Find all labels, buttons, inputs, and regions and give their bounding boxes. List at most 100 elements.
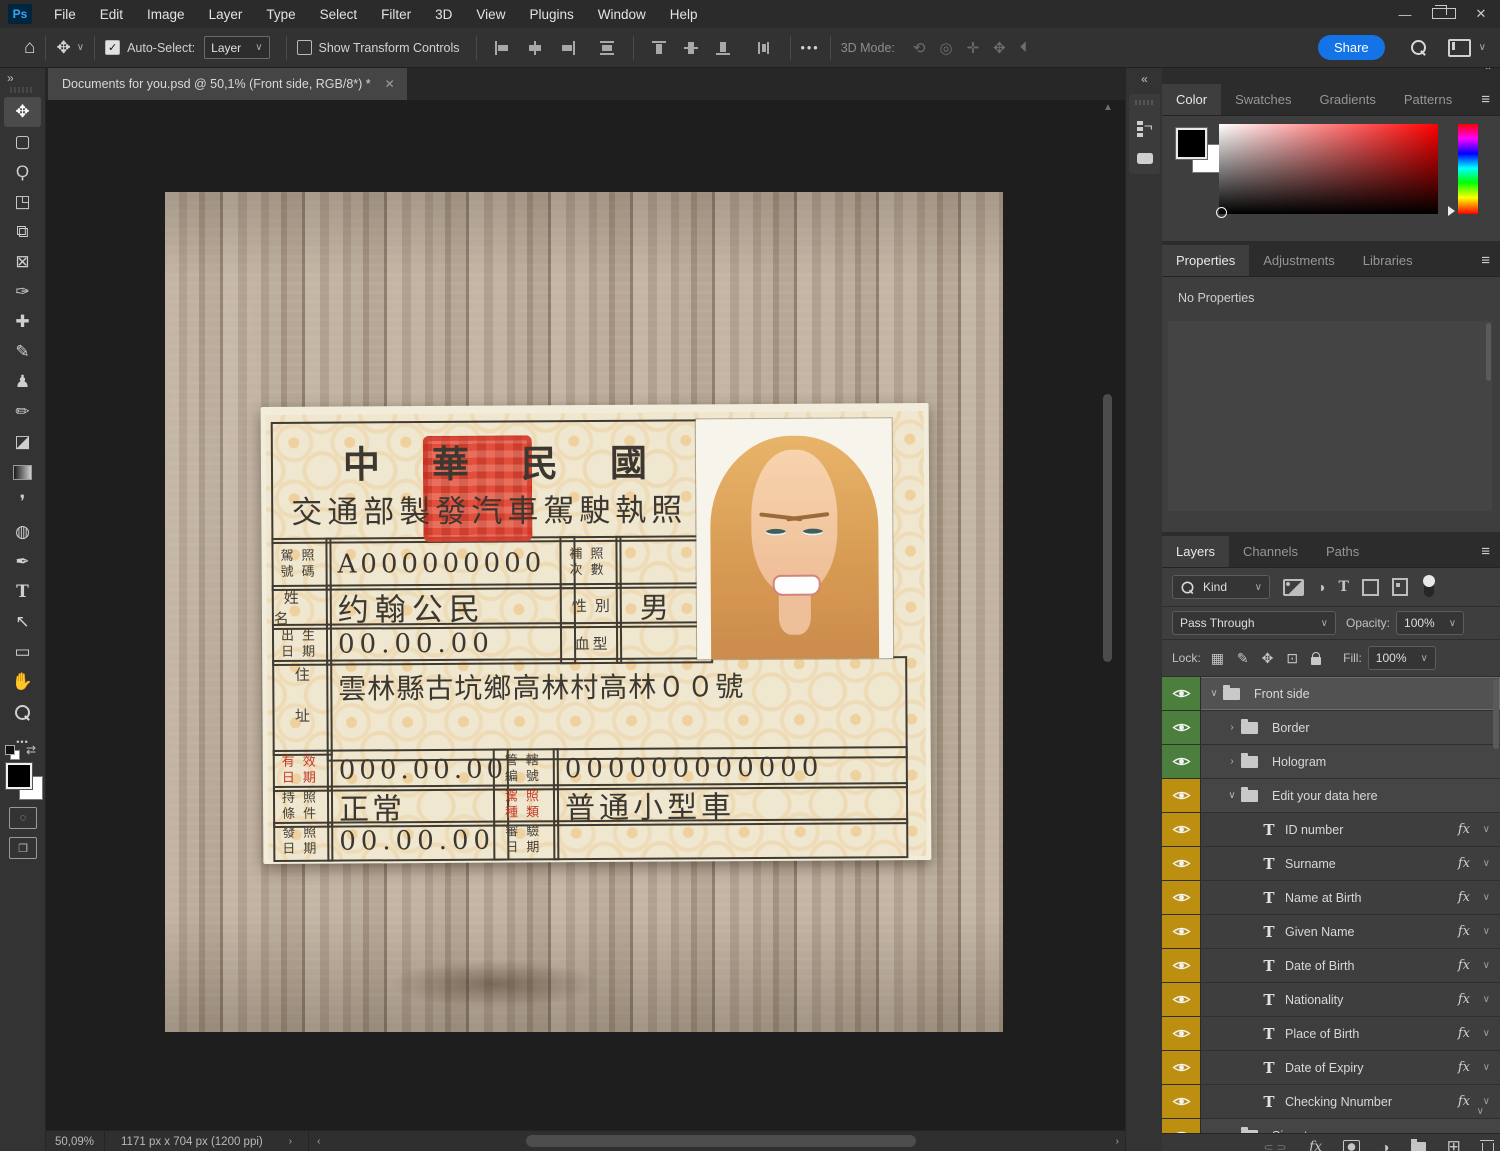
move-tool-icon[interactable]: ✥ bbox=[56, 39, 70, 56]
screen-mode-icon[interactable]: ❐ bbox=[9, 837, 37, 859]
foreground-swatch[interactable] bbox=[1176, 128, 1207, 159]
layer-visibility-toggle[interactable] bbox=[1162, 779, 1201, 812]
filter-type-layers-icon[interactable]: T bbox=[1338, 579, 1348, 595]
fx-chevron-icon[interactable]: ∨ bbox=[1483, 858, 1490, 869]
layer-row-front-side[interactable]: ∨Front side bbox=[1162, 677, 1500, 710]
menu-3d[interactable]: 3D bbox=[423, 0, 464, 28]
quick-mask-icon[interactable]: ◌ bbox=[9, 807, 37, 829]
layer-visibility-toggle[interactable] bbox=[1162, 847, 1201, 880]
vertical-scroll-thumb[interactable] bbox=[1103, 394, 1112, 662]
layer-name[interactable]: Nationality bbox=[1285, 993, 1343, 1007]
layer-row-signature[interactable]: › Signature bbox=[1162, 1119, 1500, 1133]
close-icon[interactable]: ✕ bbox=[1470, 6, 1492, 22]
foreground-color-swatch[interactable] bbox=[6, 763, 32, 789]
layers-panel-menu-icon[interactable]: ≡ bbox=[1481, 543, 1490, 560]
filter-shape-layers-icon[interactable] bbox=[1362, 579, 1379, 596]
delete-layer-icon[interactable] bbox=[1482, 1143, 1494, 1151]
expand-chevron-icon[interactable]: › bbox=[1225, 1130, 1239, 1133]
workspace-chevron-icon[interactable]: ∨ bbox=[1479, 42, 1486, 53]
brush-tool[interactable]: ✎ bbox=[4, 337, 41, 367]
expand-panels-icon[interactable]: « bbox=[1126, 67, 1163, 86]
crop-tool[interactable]: ⧉ bbox=[4, 217, 41, 247]
layer-row-checking-nnumber[interactable]: TChecking Nnumberfx∨ bbox=[1162, 1085, 1500, 1118]
layer-visibility-toggle[interactable] bbox=[1162, 1017, 1201, 1050]
canvas-horizontal-scrollbar[interactable] bbox=[326, 1131, 1109, 1151]
layer-row-date-of-birth[interactable]: TDate of Birthfx∨ bbox=[1162, 949, 1500, 982]
fx-chevron-icon[interactable]: ∨ bbox=[1483, 926, 1490, 937]
tool-preset-chevron-icon[interactable]: ∨ bbox=[77, 42, 84, 53]
layer-filtering-toggle[interactable] bbox=[1424, 577, 1434, 597]
lock-transparency-icon[interactable]: ▦ bbox=[1211, 650, 1224, 667]
dodge-tool[interactable]: ◍ bbox=[4, 517, 41, 547]
horizontal-scroll-thumb[interactable] bbox=[526, 1135, 916, 1147]
menu-view[interactable]: View bbox=[464, 0, 517, 28]
layer-fx-badge[interactable]: fx bbox=[1458, 822, 1470, 837]
saturation-brightness-field[interactable] bbox=[1219, 124, 1438, 214]
fill-field[interactable]: 100% ∨ bbox=[1368, 646, 1436, 670]
tab-libraries[interactable]: Libraries bbox=[1349, 245, 1427, 276]
blur-tool[interactable]: ❜ bbox=[4, 487, 41, 517]
lock-artboard-icon[interactable]: ⊡ bbox=[1286, 650, 1298, 667]
opacity-field[interactable]: 100% ∨ bbox=[1396, 611, 1464, 635]
foreground-background-swatches[interactable] bbox=[1176, 128, 1222, 174]
align-left-icon[interactable] bbox=[495, 41, 511, 55]
color-field-cursor[interactable] bbox=[1216, 207, 1227, 218]
new-layer-icon[interactable]: ⊞ bbox=[1447, 1137, 1461, 1151]
menu-type[interactable]: Type bbox=[254, 0, 307, 28]
layer-fx-badge[interactable]: fx bbox=[1458, 924, 1470, 939]
scroll-left-icon[interactable]: ‹ bbox=[317, 1136, 320, 1147]
minimize-icon[interactable]: — bbox=[1394, 7, 1416, 22]
adjustment-layer-icon[interactable]: ◑ bbox=[1381, 1139, 1389, 1151]
auto-select-checkbox[interactable]: ✓ bbox=[105, 40, 120, 55]
more-align-options-icon[interactable]: ••• bbox=[801, 41, 820, 55]
tab-properties[interactable]: Properties bbox=[1162, 245, 1249, 276]
layer-name[interactable]: Date of Expiry bbox=[1285, 1061, 1364, 1075]
toolbar-grip[interactable] bbox=[10, 87, 32, 93]
history-brush-tool[interactable]: ✏ bbox=[4, 397, 41, 427]
align-bottom-icon[interactable] bbox=[716, 41, 732, 55]
layer-name[interactable]: Name at Birth bbox=[1285, 891, 1361, 905]
layer-name[interactable]: Front side bbox=[1254, 687, 1310, 701]
auto-select-target-dropdown[interactable]: Layer∨ bbox=[204, 36, 269, 59]
distribute-horizontal-icon[interactable] bbox=[599, 41, 615, 55]
hand-tool[interactable]: ✋ bbox=[4, 667, 41, 697]
layer-visibility-toggle[interactable] bbox=[1162, 1051, 1201, 1084]
default-colors-icon[interactable] bbox=[5, 745, 17, 757]
layer-visibility-toggle[interactable] bbox=[1162, 813, 1201, 846]
menu-window[interactable]: Window bbox=[586, 0, 658, 28]
3d-slide-icon[interactable]: ✥ bbox=[993, 39, 1006, 57]
layer-fx-badge[interactable]: fx bbox=[1458, 890, 1470, 905]
layer-visibility-toggle[interactable] bbox=[1162, 915, 1201, 948]
tab-paths[interactable]: Paths bbox=[1312, 536, 1373, 567]
align-center-horizontal-icon[interactable] bbox=[527, 41, 543, 55]
layer-name[interactable]: Edit your data here bbox=[1272, 789, 1378, 803]
menu-select[interactable]: Select bbox=[308, 0, 370, 28]
layer-row-place-of-birth[interactable]: TPlace of Birthfx∨ bbox=[1162, 1017, 1500, 1050]
layer-row-id-number[interactable]: TID numberfx∨ bbox=[1162, 813, 1500, 846]
layer-fx-badge[interactable]: fx bbox=[1458, 1094, 1470, 1109]
layer-visibility-toggle[interactable] bbox=[1162, 677, 1201, 710]
lock-position-icon[interactable]: ✥ bbox=[1262, 650, 1274, 667]
gradient-tool[interactable] bbox=[4, 457, 41, 487]
layer-visibility-toggle[interactable] bbox=[1162, 949, 1201, 982]
fx-chevron-icon[interactable]: ∨ bbox=[1483, 824, 1490, 835]
layer-fx-badge[interactable]: fx bbox=[1458, 856, 1470, 871]
layer-row-given-name[interactable]: TGiven Namefx∨ bbox=[1162, 915, 1500, 948]
canvas-vertical-scrollbar[interactable]: ▲ bbox=[1100, 102, 1116, 1126]
status-chevron-icon[interactable]: › bbox=[289, 1136, 292, 1147]
menu-filter[interactable]: Filter bbox=[369, 0, 423, 28]
eraser-tool[interactable]: ◪ bbox=[4, 427, 41, 457]
layer-name[interactable]: Signature bbox=[1272, 1129, 1326, 1134]
type-tool[interactable]: T bbox=[4, 577, 41, 607]
menu-edit[interactable]: Edit bbox=[88, 0, 135, 28]
fx-chevron-icon[interactable]: ∨ bbox=[1483, 1062, 1490, 1073]
tab-close-icon[interactable]: ✕ bbox=[385, 77, 395, 91]
menu-plugins[interactable]: Plugins bbox=[517, 0, 585, 28]
toolbar-collapse-icon[interactable]: » bbox=[0, 67, 45, 87]
expand-chevron-icon[interactable]: › bbox=[1225, 722, 1239, 733]
layer-visibility-toggle[interactable] bbox=[1162, 745, 1201, 778]
layer-name[interactable]: Hologram bbox=[1272, 755, 1326, 769]
link-layers-icon[interactable]: ⸦⸧ bbox=[1262, 1138, 1288, 1151]
comments-panel-icon[interactable] bbox=[1137, 153, 1153, 164]
layer-name[interactable]: Date of Birth bbox=[1285, 959, 1354, 973]
